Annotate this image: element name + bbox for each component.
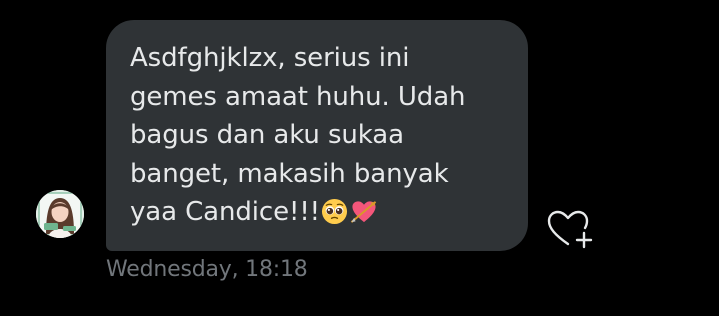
heart-plus-icon xyxy=(547,210,593,249)
message-body: Asdfghjklzx, serius ini gemes amaat huhu… xyxy=(130,43,466,227)
add-reaction-button[interactable] xyxy=(544,206,596,250)
avatar[interactable] xyxy=(36,190,84,238)
dm-message-row: Asdfghjklzx, serius ini gemes amaat huhu… xyxy=(0,0,719,316)
pleading-face-icon xyxy=(321,198,348,237)
message-bubble[interactable]: Asdfghjklzx, serius ini gemes amaat huhu… xyxy=(106,20,528,251)
heart-with-arrow-icon xyxy=(349,198,379,237)
message-text: Asdfghjklzx, serius ini gemes amaat huhu… xyxy=(130,39,508,237)
message-timestamp: Wednesday, 18:18 xyxy=(106,257,308,282)
